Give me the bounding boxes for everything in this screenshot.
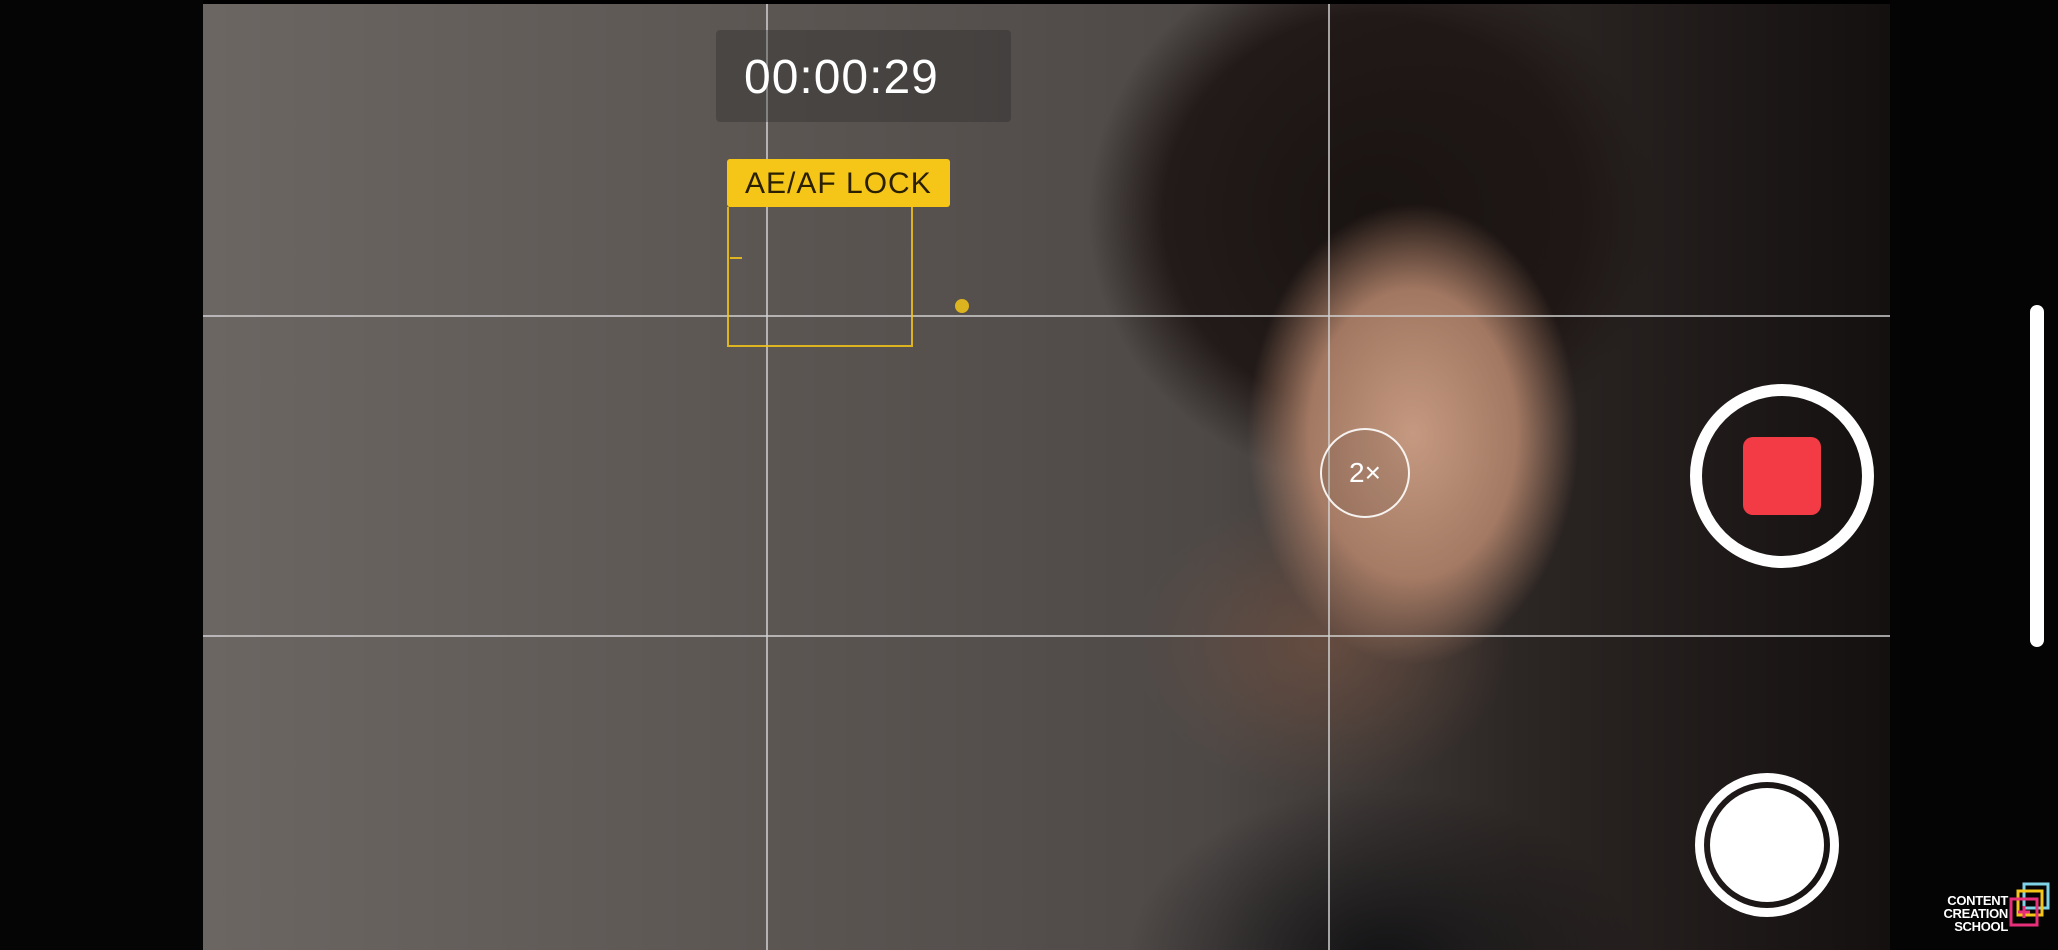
zoom-button[interactable]: 2× xyxy=(1320,428,1410,518)
watermark-logo: CONTENT CREATION SCHOOL xyxy=(1910,878,2050,940)
recording-timer: 00:00:29 xyxy=(744,51,939,104)
mode-scrollbar[interactable] xyxy=(2030,305,2044,647)
exposure-sun-icon[interactable] xyxy=(955,299,969,313)
grid-line-vertical-1 xyxy=(766,4,768,950)
still-shutter-icon[interactable] xyxy=(1710,788,1824,902)
watermark-line-3: SCHOOL xyxy=(1954,919,2008,934)
focus-exposure-tick xyxy=(730,257,742,259)
left-letterbox xyxy=(0,0,203,950)
stop-square-icon[interactable] xyxy=(1743,437,1821,515)
watermark-text: CONTENT CREATION SCHOOL xyxy=(1910,894,2008,933)
stacked-squares-icon xyxy=(2009,882,2050,927)
grid-line-horizontal-1 xyxy=(203,315,1890,317)
camera-viewfinder[interactable] xyxy=(203,4,1890,950)
ae-af-lock-badge: AE/AF LOCK xyxy=(727,159,950,207)
grid-line-horizontal-2 xyxy=(203,635,1890,637)
focus-box[interactable] xyxy=(727,207,913,347)
